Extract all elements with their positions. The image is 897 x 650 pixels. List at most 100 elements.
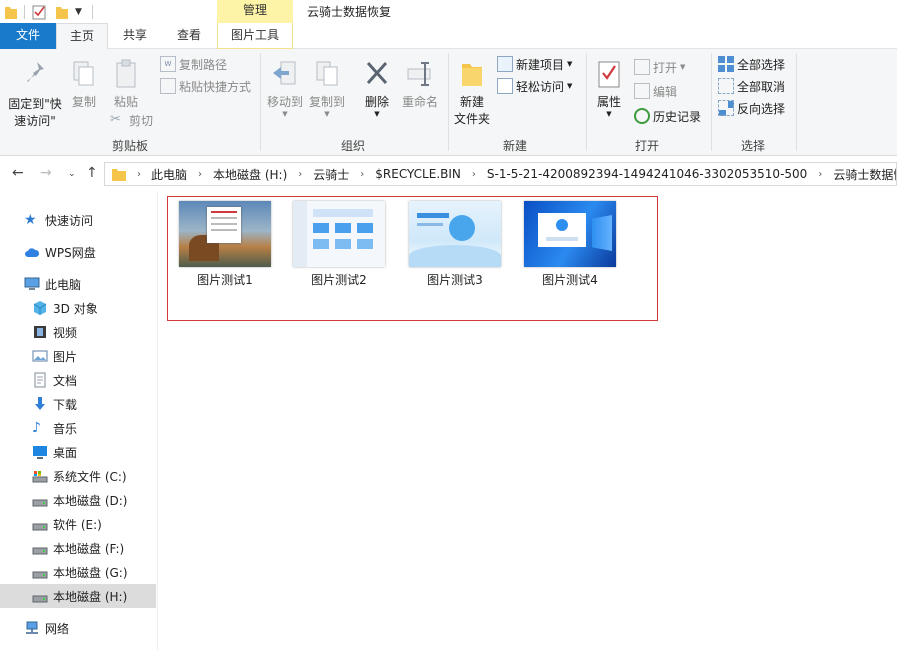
drive-icon: [32, 571, 48, 579]
history-icon: [634, 108, 650, 124]
file-item[interactable]: 图片测试1: [175, 201, 275, 288]
chevron-right-icon[interactable]: ›: [289, 169, 311, 180]
copy-to-button[interactable]: 复制到 ▼: [306, 59, 348, 118]
select-none-button[interactable]: 全部取消: [718, 76, 785, 96]
chevron-right-icon[interactable]: ›: [189, 169, 211, 180]
copy-to-dropdown-icon: ▼: [324, 110, 330, 118]
tab-manage[interactable]: 管理: [217, 0, 293, 23]
sidebar-item-network[interactable]: 网络: [0, 616, 156, 640]
new-folder-button[interactable]: 新建 文件夹: [452, 59, 492, 128]
sidebar-item-videos[interactable]: 视频: [0, 320, 156, 344]
file-name: 图片测试2: [311, 273, 367, 287]
app-sidebar-shape: [293, 201, 307, 267]
sidebar-item-3d-objects[interactable]: 3D 对象: [0, 296, 156, 320]
select-all-button[interactable]: 全部选择: [718, 54, 785, 74]
copy-path-button[interactable]: W 复制路径: [160, 54, 227, 74]
sidebar-item-desktop[interactable]: 桌面: [0, 440, 156, 464]
file-list-area[interactable]: 图片测试1 图片测试2 图片测试3 图片测试4: [159, 191, 897, 650]
sidebar-item-drive-h[interactable]: 本地磁盘 (H:): [0, 584, 156, 608]
app-tile-shape: [313, 223, 329, 233]
history-button[interactable]: 历史记录: [634, 106, 701, 126]
invert-selection-icon: [718, 100, 734, 116]
up-arrow-icon[interactable]: ↑: [86, 165, 98, 181]
dialog-bar-shape: [546, 237, 578, 241]
sidebar-item-drive-c[interactable]: 系统文件 (C:): [0, 464, 156, 488]
folder-icon[interactable]: [4, 4, 18, 20]
file-item[interactable]: 图片测试2: [289, 201, 389, 288]
pin-label: 固定到"快 速访问": [8, 97, 62, 128]
sidebar-item-music[interactable]: ♪ 音乐: [0, 416, 156, 440]
file-item[interactable]: 图片测试3: [405, 201, 505, 288]
cut-button[interactable]: ✂ 剪切: [110, 110, 153, 130]
paste-button[interactable]: 粘贴: [106, 59, 146, 111]
breadcrumb-drive-h[interactable]: 本地磁盘 (H:): [211, 166, 289, 183]
chevron-right-icon[interactable]: ›: [137, 169, 149, 180]
customize-toolbar-icon[interactable]: ▼: [75, 7, 82, 17]
chevron-right-icon[interactable]: ›: [463, 169, 485, 180]
sidebar-item-documents[interactable]: 文档: [0, 368, 156, 392]
move-to-button[interactable]: 移动到 ▼: [265, 59, 305, 118]
invert-selection-button[interactable]: 反向选择: [718, 98, 785, 118]
pin-quick-access-button[interactable]: 固定到"快 速访问": [4, 59, 66, 130]
drive-icon: [32, 595, 48, 603]
sidebar-item-label: 快速访问: [45, 213, 94, 228]
address-bar[interactable]: › 此电脑 › 本地磁盘 (H:) › 云骑士 › $RECYCLE.BIN ›…: [104, 162, 897, 186]
sidebar-item-wps-cloud[interactable]: WPS网盘: [0, 240, 156, 264]
open-group-label: 打开: [634, 139, 659, 153]
edit-label: 编辑: [653, 84, 678, 99]
sidebar-item-downloads[interactable]: 下载: [0, 392, 156, 416]
app-tile-shape: [313, 239, 329, 249]
menu-line: [211, 229, 237, 231]
menu-line: [211, 211, 237, 213]
breadcrumb-recycle-bin[interactable]: $RECYCLE.BIN: [373, 167, 463, 181]
easy-access-button[interactable]: 轻松访问 ▼: [497, 76, 572, 96]
new-folder-icon[interactable]: [55, 4, 69, 20]
breadcrumb-this-pc[interactable]: 此电脑: [149, 166, 189, 183]
open-dropdown-icon: ▼: [680, 63, 686, 71]
properties-check-icon[interactable]: [31, 4, 47, 20]
sidebar-item-this-pc[interactable]: 此电脑: [0, 272, 156, 296]
gear-badge-shape: [449, 215, 475, 241]
delete-label: 删除: [364, 95, 389, 109]
copy-button[interactable]: 复制: [66, 59, 102, 111]
sidebar-item-drive-d[interactable]: 本地磁盘 (D:): [0, 488, 156, 512]
star-icon: ★: [24, 212, 37, 228]
sidebar-item-label: 本地磁盘 (F:): [53, 541, 125, 556]
sidebar-item-drive-g[interactable]: 本地磁盘 (G:): [0, 560, 156, 584]
rename-button[interactable]: 重命名: [398, 59, 442, 111]
new-group-label: 新建: [502, 139, 527, 153]
delete-button[interactable]: 删除 ▼: [360, 59, 394, 118]
breadcrumb-current-folder[interactable]: 云骑士数据恢复: [831, 166, 896, 183]
organize-group-label: 组织: [340, 139, 365, 153]
chevron-right-icon[interactable]: ›: [809, 169, 831, 180]
edit-button[interactable]: 编辑: [634, 81, 677, 101]
open-label: 打开: [653, 60, 678, 75]
sidebar-item-drive-f[interactable]: 本地磁盘 (F:): [0, 536, 156, 560]
recent-locations-icon[interactable]: ⌄: [68, 169, 76, 179]
window-title: 云骑士数据恢复: [307, 5, 392, 19]
open-button[interactable]: 打开 ▼: [634, 57, 685, 77]
sidebar-item-quick-access[interactable]: ★ 快速访问: [0, 208, 156, 232]
breadcrumb-sid[interactable]: S-1-5-21-4200892394-1494241046-330205351…: [485, 167, 809, 181]
cut-label: 剪切: [129, 113, 154, 128]
paste-shortcut-button[interactable]: 粘贴快捷方式: [160, 76, 251, 96]
sidebar-item-drive-e[interactable]: 软件 (E:): [0, 512, 156, 536]
tab-view[interactable]: 查看: [166, 23, 212, 49]
forward-arrow-icon[interactable]: →: [40, 165, 52, 181]
back-arrow-icon[interactable]: ←: [12, 165, 24, 181]
rename-label: 重命名: [401, 95, 438, 109]
select-group-label: 选择: [740, 139, 765, 153]
drive-icon: [32, 523, 48, 531]
tab-picture-tools[interactable]: 图片工具: [217, 23, 293, 49]
tab-share[interactable]: 共享: [112, 23, 158, 49]
file-item[interactable]: 图片测试4: [520, 201, 620, 288]
sidebar-item-pictures[interactable]: 图片: [0, 344, 156, 368]
breadcrumb-yunqishi[interactable]: 云骑士: [311, 166, 351, 183]
copy-label: 复制: [71, 95, 96, 109]
tab-home[interactable]: 主页: [56, 23, 108, 50]
properties-label: 属性: [596, 95, 621, 109]
tab-file[interactable]: 文件: [0, 23, 56, 49]
new-item-button[interactable]: 新建项目 ▼: [497, 54, 572, 74]
properties-button[interactable]: 属性 ▼: [591, 59, 627, 118]
chevron-right-icon[interactable]: ›: [351, 169, 373, 180]
